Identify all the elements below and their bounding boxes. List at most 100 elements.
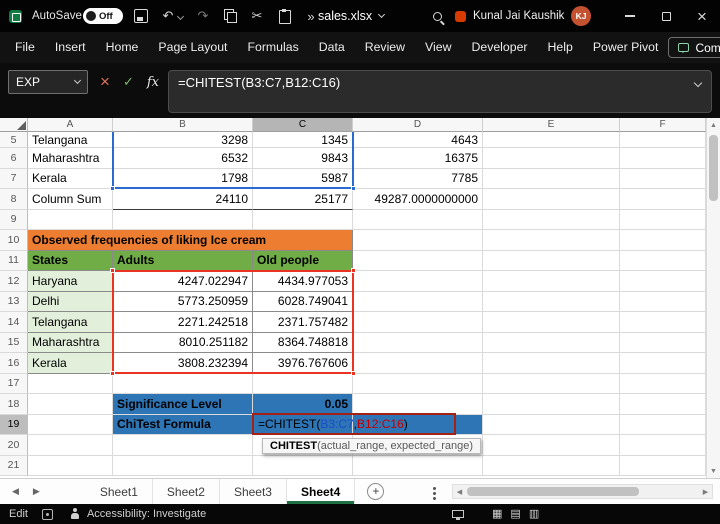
vertical-scroll-thumb[interactable] bbox=[709, 135, 718, 201]
cell-A17[interactable] bbox=[28, 374, 113, 395]
row-header-8[interactable]: 8 bbox=[0, 189, 28, 210]
cell-A16[interactable]: Kerala bbox=[28, 353, 113, 374]
cell-D6[interactable]: 16375 bbox=[353, 148, 483, 169]
sheet-tab-sheet1[interactable]: Sheet1 bbox=[86, 479, 153, 504]
cell-E5[interactable] bbox=[483, 132, 620, 148]
cell-C21[interactable] bbox=[253, 456, 353, 477]
ribbon-tab-file[interactable]: File bbox=[5, 32, 45, 63]
cell-D15[interactable] bbox=[353, 333, 483, 354]
cell-F7[interactable] bbox=[620, 169, 706, 190]
cell-F19[interactable] bbox=[620, 415, 706, 436]
cell-B16[interactable]: 3808.232394 bbox=[113, 353, 253, 374]
cell-B8[interactable]: 24110 bbox=[113, 189, 253, 210]
redo-icon[interactable] bbox=[196, 9, 210, 23]
new-sheet-button[interactable] bbox=[367, 483, 384, 500]
cell-B17[interactable] bbox=[113, 374, 253, 395]
cell-B20[interactable] bbox=[113, 435, 253, 456]
user-name[interactable]: Kunal Jai Kaushik bbox=[473, 0, 564, 32]
formula-input[interactable]: =CHITEST(B3:C7,B12:C16) bbox=[168, 70, 712, 113]
cell-A7[interactable]: Kerala bbox=[28, 169, 113, 190]
cell-C8[interactable]: 25177 bbox=[253, 189, 353, 210]
cell-D18[interactable] bbox=[353, 394, 483, 415]
maximize-button[interactable] bbox=[648, 0, 684, 32]
cell-D10[interactable] bbox=[353, 230, 483, 251]
view-page-layout-icon[interactable] bbox=[510, 509, 520, 520]
cell-B7[interactable]: 1798 bbox=[113, 169, 253, 190]
autosave-toggle[interactable]: Off bbox=[83, 0, 123, 32]
sheet-tab-sheet4[interactable]: Sheet4 bbox=[287, 479, 355, 504]
cell-B18[interactable]: Significance Level bbox=[113, 394, 253, 415]
active-cell-edit-box[interactable]: =CHITEST(B3:C7,B12:C16) bbox=[252, 413, 456, 435]
cell-A9[interactable] bbox=[28, 210, 113, 231]
record-macro-icon[interactable] bbox=[42, 509, 53, 520]
ribbon-tab-developer[interactable]: Developer bbox=[461, 32, 537, 63]
cell-B19[interactable]: ChiTest Formula bbox=[113, 415, 253, 436]
cell-F14[interactable] bbox=[620, 312, 706, 333]
ribbon-tab-view[interactable]: View bbox=[415, 32, 461, 63]
cell-B14[interactable]: 2271.242518 bbox=[113, 312, 253, 333]
column-header-E[interactable]: E bbox=[483, 118, 620, 132]
cell-C5[interactable]: 1345 bbox=[253, 132, 353, 148]
cell-A15[interactable]: Maharashtra bbox=[28, 333, 113, 354]
cancel-icon[interactable] bbox=[100, 73, 110, 92]
cell-B11[interactable]: Adults bbox=[113, 251, 253, 272]
cell-A12[interactable]: Haryana bbox=[28, 271, 113, 292]
cell-A10[interactable]: Observed frequencies of liking Ice cream bbox=[28, 230, 353, 251]
cell-E7[interactable] bbox=[483, 169, 620, 190]
avatar[interactable]: KJ bbox=[571, 0, 591, 32]
column-header-D[interactable]: D bbox=[353, 118, 483, 132]
row-header-15[interactable]: 15 bbox=[0, 333, 28, 354]
next-sheet-icon[interactable] bbox=[33, 486, 40, 497]
cell-D13[interactable] bbox=[353, 292, 483, 313]
sheet-tab-sheet2[interactable]: Sheet2 bbox=[153, 479, 220, 504]
cell-D7[interactable]: 7785 bbox=[353, 169, 483, 190]
excel-app-icon[interactable] bbox=[9, 0, 22, 32]
cell-F9[interactable] bbox=[620, 210, 706, 231]
cell-C12[interactable]: 4434.977053 bbox=[253, 271, 353, 292]
cell-C14[interactable]: 2371.757482 bbox=[253, 312, 353, 333]
row-header-5[interactable]: 5 bbox=[0, 132, 28, 148]
enter-icon[interactable] bbox=[123, 73, 134, 91]
cell-B5[interactable]: 3298 bbox=[113, 132, 253, 148]
cell-C13[interactable]: 6028.749041 bbox=[253, 292, 353, 313]
cell-F11[interactable] bbox=[620, 251, 706, 272]
search-icon[interactable] bbox=[433, 0, 442, 32]
row-header-13[interactable]: 13 bbox=[0, 292, 28, 313]
copy-icon[interactable] bbox=[223, 9, 237, 23]
cell-F13[interactable] bbox=[620, 292, 706, 313]
cell-C7[interactable]: 5987 bbox=[253, 169, 353, 190]
vertical-scrollbar[interactable] bbox=[706, 118, 720, 478]
sheet-tab-sheet3[interactable]: Sheet3 bbox=[220, 479, 287, 504]
minimize-button[interactable] bbox=[612, 0, 648, 32]
ribbon-tab-review[interactable]: Review bbox=[355, 32, 415, 63]
cell-B13[interactable]: 5773.250959 bbox=[113, 292, 253, 313]
cell-F6[interactable] bbox=[620, 148, 706, 169]
scroll-up-icon[interactable] bbox=[707, 118, 720, 132]
cell-E21[interactable] bbox=[483, 456, 620, 477]
cell-B6[interactable]: 6532 bbox=[113, 148, 253, 169]
cell-E20[interactable] bbox=[483, 435, 620, 456]
row-header-18[interactable]: 18 bbox=[0, 394, 28, 415]
select-all-corner[interactable] bbox=[0, 118, 28, 132]
more-icon[interactable] bbox=[304, 9, 318, 23]
cell-A18[interactable] bbox=[28, 394, 113, 415]
cell-E17[interactable] bbox=[483, 374, 620, 395]
row-header-17[interactable]: 17 bbox=[0, 374, 28, 395]
cell-E11[interactable] bbox=[483, 251, 620, 272]
row-header-7[interactable]: 7 bbox=[0, 169, 28, 190]
cell-A5[interactable]: Telangana bbox=[28, 132, 113, 148]
cell-C11[interactable]: Old people bbox=[253, 251, 353, 272]
cell-E10[interactable] bbox=[483, 230, 620, 251]
scroll-right-icon[interactable] bbox=[699, 485, 712, 498]
view-normal-icon[interactable] bbox=[492, 509, 502, 520]
cell-F10[interactable] bbox=[620, 230, 706, 251]
row-header-12[interactable]: 12 bbox=[0, 271, 28, 292]
horizontal-scrollbar[interactable] bbox=[452, 484, 713, 499]
cell-A20[interactable] bbox=[28, 435, 113, 456]
cell-C15[interactable]: 8364.748818 bbox=[253, 333, 353, 354]
column-header-F[interactable]: F bbox=[620, 118, 706, 132]
name-box[interactable]: EXP bbox=[8, 70, 88, 94]
cell-E13[interactable] bbox=[483, 292, 620, 313]
cell-D12[interactable] bbox=[353, 271, 483, 292]
cell-E12[interactable] bbox=[483, 271, 620, 292]
